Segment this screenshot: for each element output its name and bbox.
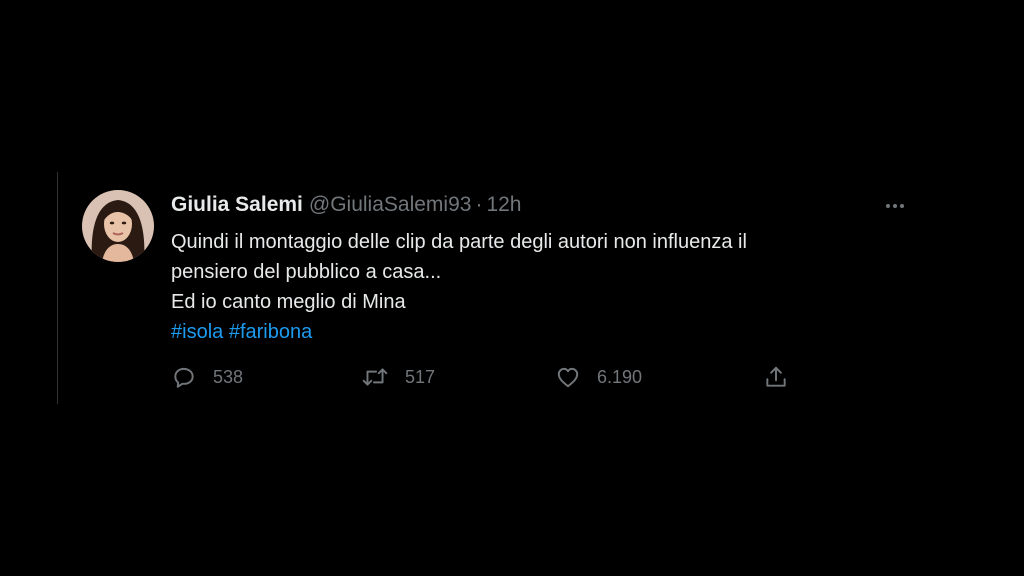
screen: Giulia Salemi @GiuliaSalemi93 · 12h Quindi … — [0, 0, 1024, 576]
tweet-card[interactable]: Giulia Salemi @GiuliaSalemi93 · 12h Quindi … — [57, 172, 928, 404]
hashtag-link-faribona[interactable]: #faribona — [229, 321, 312, 343]
share-button[interactable] — [763, 362, 789, 392]
retweet-arrows-icon — [362, 368, 388, 386]
tweet-actions-bar: 538 517 6.190 — [171, 362, 891, 392]
hashtag-line: #isola #faribona — [171, 317, 891, 347]
like-button[interactable]: 6.190 — [555, 362, 642, 392]
hashtag-link-isola[interactable]: #isola — [171, 321, 223, 343]
reply-bubble-icon — [174, 367, 194, 388]
heart-icon — [557, 367, 579, 388]
retweet-button[interactable]: 517 — [361, 362, 435, 392]
avatar-image — [82, 190, 154, 262]
reply-button[interactable]: 538 — [171, 362, 243, 392]
more-dot — [900, 204, 904, 208]
more-options-icon[interactable] — [880, 196, 910, 216]
more-dot — [886, 204, 890, 208]
retweet-count: 517 — [405, 366, 436, 387]
share-upload-icon — [766, 366, 786, 387]
like-count: 6.190 — [597, 366, 643, 387]
author-display-name[interactable]: Giulia Salemi — [171, 193, 303, 216]
tweet-text-line: Ed io canto meglio di Mina — [171, 291, 406, 313]
tweet-text-line: pensiero del pubblico a casa... — [171, 261, 442, 283]
tweet-text-line: Quindi il montaggio delle clip da parte … — [171, 231, 747, 253]
avatar[interactable] — [82, 190, 154, 262]
tweet-text: Quindi il montaggio delle clip da parte … — [171, 227, 891, 347]
separator-dot: · — [475, 193, 483, 216]
more-dot — [893, 204, 897, 208]
tweet-header: Giulia Salemi @GiuliaSalemi93 · 12h — [171, 192, 522, 218]
tweet-timestamp[interactable]: 12h — [486, 193, 521, 216]
author-handle[interactable]: @GiuliaSalemi93 — [309, 193, 472, 216]
reply-count: 538 — [213, 366, 244, 387]
